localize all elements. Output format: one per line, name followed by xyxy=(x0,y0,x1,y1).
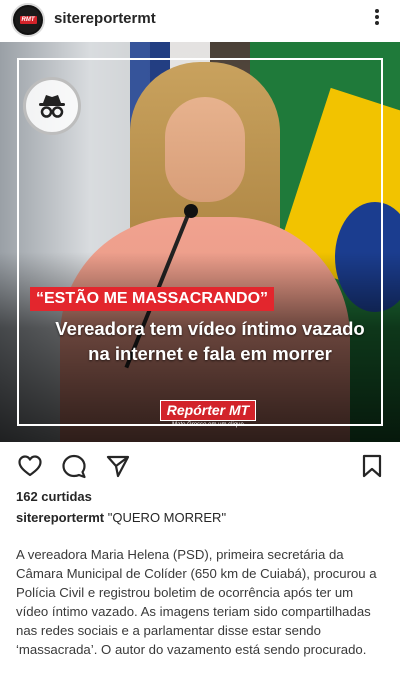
send-icon[interactable] xyxy=(104,452,132,480)
reporter-mt-logo-icon: RMT xyxy=(15,7,41,33)
quote-tag: “ESTÃO ME MASSACRANDO” xyxy=(30,287,275,311)
avatar-brand-mark: RMT xyxy=(19,16,37,24)
likes-count[interactable]: 162 curtidas xyxy=(16,489,92,504)
username[interactable]: sitereportermt xyxy=(54,10,156,27)
comment-icon[interactable] xyxy=(60,452,88,480)
post-header: RMT sitereportermt xyxy=(0,0,400,42)
caption: sitereportermt "QUERO MORRER" xyxy=(16,510,226,525)
brand-tagline: Mato Grosso em um clique xyxy=(172,422,244,428)
incognito-icon xyxy=(23,77,81,135)
action-bar xyxy=(0,452,400,482)
brand-logo: Repórter MT Mato Grosso em um clique xyxy=(153,400,263,429)
post-body-text: A vereadora Maria Helena (PSD), primeira… xyxy=(16,547,377,657)
post-image[interactable]: “ESTÃO ME MASSACRANDO” Vereadora tem víd… xyxy=(0,42,400,442)
avatar[interactable]: RMT xyxy=(11,3,45,37)
caption-text: "QUERO MORRER" xyxy=(107,510,227,525)
heart-icon[interactable] xyxy=(16,452,44,480)
more-vertical-icon[interactable] xyxy=(370,6,384,28)
brand-name: Repórter MT xyxy=(159,400,257,421)
bookmark-icon[interactable] xyxy=(358,452,386,480)
caption-username[interactable]: sitereportermt xyxy=(16,510,104,525)
headline: Vereadora tem vídeo íntimo vazado na int… xyxy=(55,318,365,364)
